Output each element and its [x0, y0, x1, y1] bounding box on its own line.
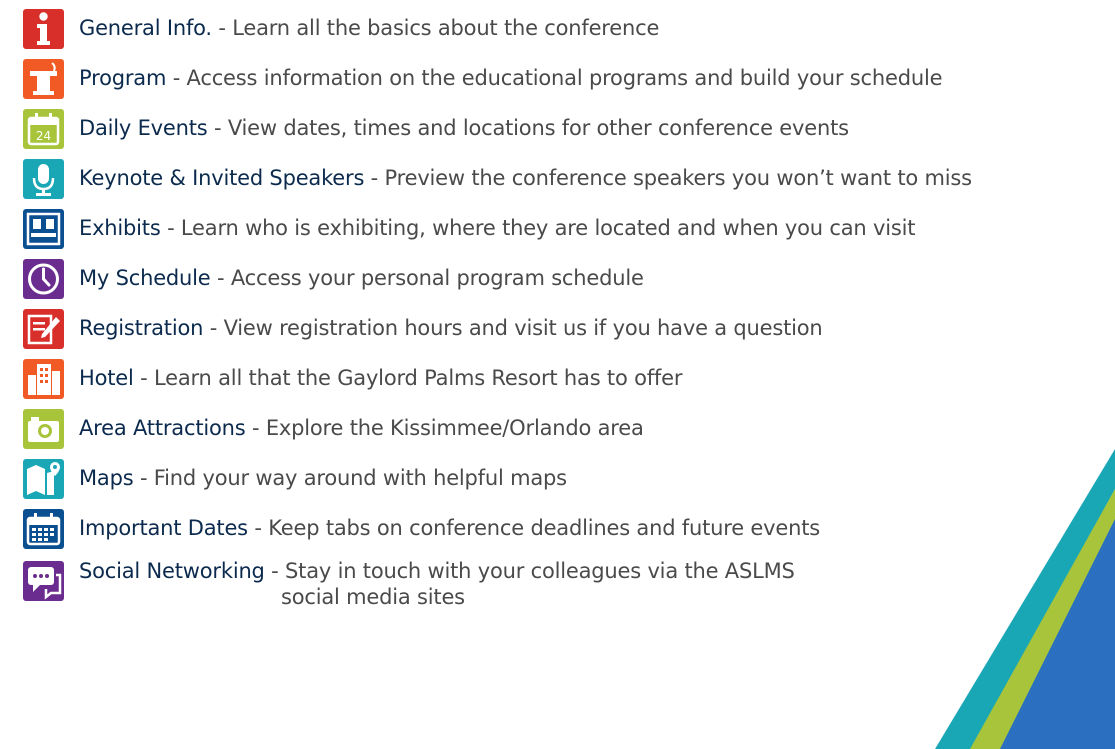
menu-item-desc: - Learn all the basics about the confere…	[211, 16, 660, 40]
menu-item-desc-continued: social media sites	[281, 585, 465, 609]
menu-item-desc: - Keep tabs on conference deadlines and …	[247, 516, 820, 540]
menu-item-title: Exhibits	[79, 216, 161, 240]
menu-item-my-schedule[interactable]: My Schedule - Access your personal progr…	[0, 254, 1115, 302]
menu-item-hotel[interactable]: Hotel - Learn all that the Gaylord Palms…	[0, 354, 1115, 402]
menu-item-title: Keynote & Invited Speakers	[79, 166, 365, 190]
info-icon	[23, 9, 64, 49]
menu-item-area-attractions[interactable]: Area Attractions - Explore the Kissimmee…	[0, 404, 1115, 452]
menu-item-keynote[interactable]: Keynote & Invited Speakers - Preview the…	[0, 154, 1115, 202]
menu-item-title: Hotel	[79, 366, 134, 390]
menu-item-title: General Info.	[79, 16, 212, 40]
menu-item-title: My Schedule	[79, 266, 211, 290]
menu-item-title: Registration	[79, 316, 204, 340]
chat-bubble-icon	[23, 561, 64, 601]
calendar-icon: 24	[23, 109, 64, 149]
clock-icon	[23, 259, 64, 299]
calendar-grid-icon	[23, 509, 64, 549]
menu-item-title: Maps	[79, 466, 134, 490]
edit-form-icon	[23, 309, 64, 349]
building-icon	[23, 359, 64, 399]
menu-item-title: Program	[79, 66, 167, 90]
menu-item-desc: - Find your way around with helpful maps	[133, 466, 567, 490]
menu-item-desc: - Access your personal program schedule	[210, 266, 644, 290]
menu-item-program[interactable]: Program - Access information on the educ…	[0, 54, 1115, 102]
exhibit-booth-icon	[23, 209, 64, 249]
menu-item-desc: - Stay in touch with your colleagues via…	[264, 559, 795, 583]
menu-item-title: Social Networking	[79, 559, 265, 583]
podium-icon	[23, 59, 64, 99]
menu-item-desc: - Access information on the educational …	[166, 66, 943, 90]
camera-icon	[23, 409, 64, 449]
menu-item-desc: - View registration hours and visit us i…	[203, 316, 823, 340]
menu-item-desc: - View dates, times and locations for ot…	[207, 116, 849, 140]
menu-item-desc: - Learn all that the Gaylord Palms Resor…	[133, 366, 683, 390]
menu-item-desc: - Preview the conference speakers you wo…	[364, 166, 972, 190]
menu-item-title: Daily Events	[79, 116, 208, 140]
menu-item-exhibits[interactable]: Exhibits - Learn who is exhibiting, wher…	[0, 204, 1115, 252]
menu-item-title: Area Attractions	[79, 416, 246, 440]
menu-item-desc: - Explore the Kissimmee/Orlando area	[245, 416, 644, 440]
menu-item-desc: - Learn who is exhibiting, where they ar…	[160, 216, 916, 240]
decorative-swoosh	[935, 449, 1115, 749]
microphone-icon	[23, 159, 64, 199]
menu-item-daily-events[interactable]: 24 Daily Events - View dates, times and …	[0, 104, 1115, 152]
menu-item-title: Important Dates	[79, 516, 248, 540]
menu-item-registration[interactable]: Registration - View registration hours a…	[0, 304, 1115, 352]
map-icon	[23, 459, 64, 499]
menu-item-general-info[interactable]: General Info. - Learn all the basics abo…	[0, 4, 1115, 52]
svg-text:24: 24	[36, 129, 51, 143]
